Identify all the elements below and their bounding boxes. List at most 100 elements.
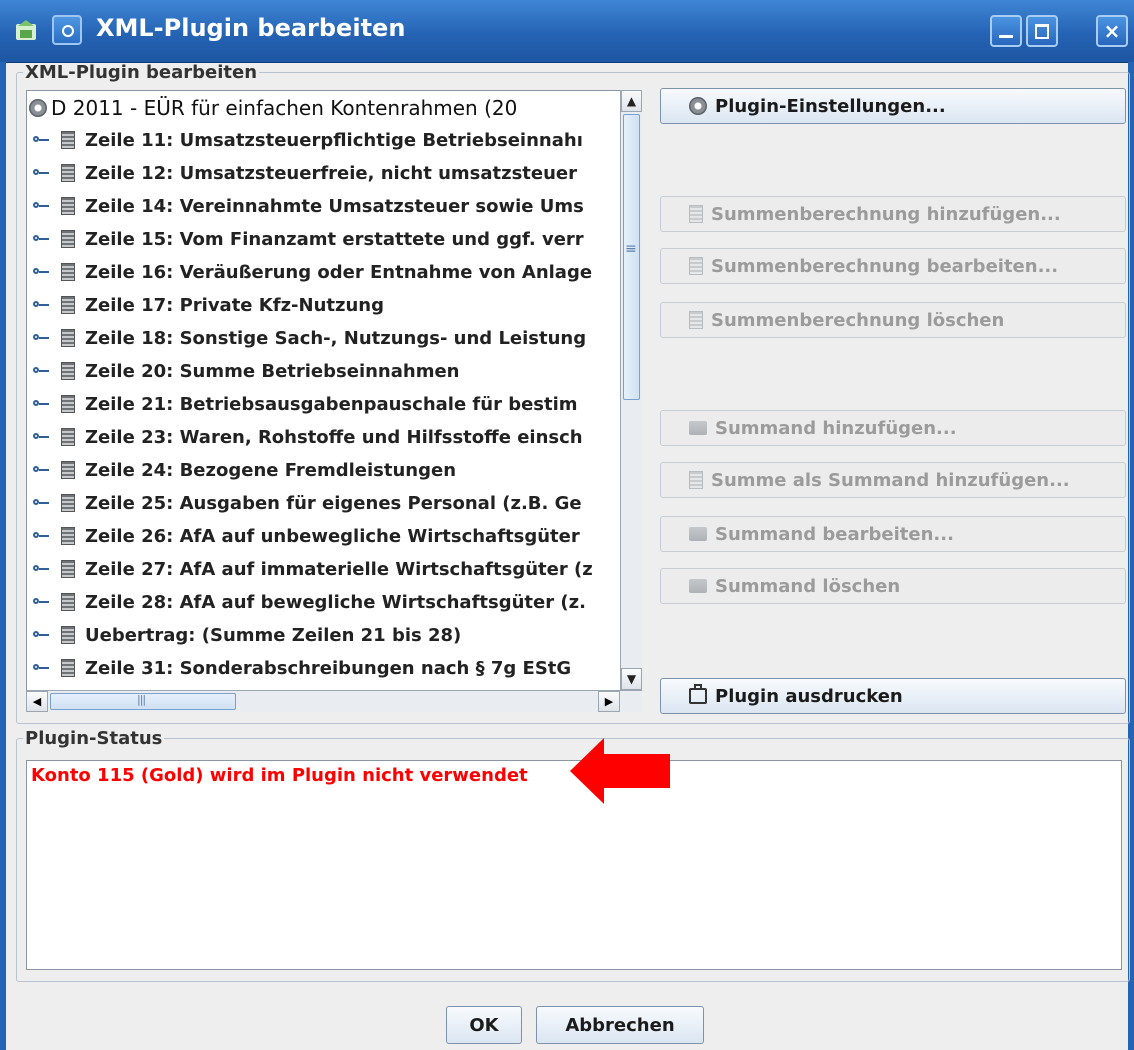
scroll-left-button[interactable]: ◀ xyxy=(26,691,48,712)
tree-item[interactable]: Zeile 23: Waren, Rohstoffe und Hilfsstof… xyxy=(33,422,583,452)
summand-icon xyxy=(689,421,707,435)
tree-item[interactable]: Zeile 17: Private Kfz-Nutzung xyxy=(33,290,384,320)
tree-item-label: Zeile 26: AfA auf unbewegliche Wirtschaf… xyxy=(85,525,580,547)
calculator-icon xyxy=(689,311,703,329)
tree-item-label: Zeile 12: Umsatzsteuerfreie, nicht umsat… xyxy=(85,162,578,184)
calculator-icon xyxy=(61,659,75,677)
edit-sum-calculation-label: Summenberechnung bearbeiten... xyxy=(711,255,1059,277)
status-group-legend: Plugin-Status xyxy=(25,728,163,749)
minimize-button[interactable] xyxy=(990,15,1022,47)
tree-expand-handle-icon[interactable] xyxy=(33,364,51,378)
tree-item-label: Zeile 25: Ausgaben für eigenes Personal … xyxy=(85,492,582,514)
tree-item[interactable]: Zeile 21: Betriebsausgabenpauschale für … xyxy=(33,389,578,419)
tree-expand-handle-icon[interactable] xyxy=(33,463,51,477)
plugin-settings-button[interactable]: Plugin-Einstellungen... xyxy=(660,88,1126,124)
delete-summand-button[interactable]: Summand löschen xyxy=(660,568,1126,604)
tree-item[interactable]: Uebertrag: (Summe Zeilen 21 bis 28) xyxy=(33,620,461,650)
tree-expand-handle-icon[interactable] xyxy=(33,331,51,345)
print-plugin-label: Plugin ausdrucken xyxy=(715,685,903,707)
add-sum-calculation-button[interactable]: Summenberechnung hinzufügen... xyxy=(660,196,1126,232)
scroll-down-button[interactable]: ▼ xyxy=(621,668,642,690)
calculator-icon xyxy=(61,164,75,182)
tree-item-label: Zeile 15: Vom Finanzamt erstattete und g… xyxy=(85,228,584,250)
edit-sum-calculation-button[interactable]: Summenberechnung bearbeiten... xyxy=(660,248,1126,284)
tree-item[interactable]: Zeile 20: Summe Betriebseinnahmen xyxy=(33,356,459,386)
tree-item[interactable]: Zeile 12: Umsatzsteuerfreie, nicht umsat… xyxy=(33,158,577,188)
calculator-icon xyxy=(61,593,75,611)
calculator-icon xyxy=(61,560,75,578)
tree-item[interactable]: Zeile 18: Sonstige Sach-, Nutzungs- und … xyxy=(33,323,586,353)
tree-expand-handle-icon[interactable] xyxy=(33,232,51,246)
tree-item[interactable]: Zeile 27: AfA auf immaterielle Wirtschaf… xyxy=(33,554,593,584)
tree-expand-handle-icon[interactable] xyxy=(33,430,51,444)
horizontal-scroll-thumb[interactable] xyxy=(50,693,236,710)
calculator-icon xyxy=(61,527,75,545)
tree-expand-handle-icon[interactable] xyxy=(33,298,51,312)
tree-item-label: Zeile 17: Private Kfz-Nutzung xyxy=(85,294,384,316)
calculator-icon xyxy=(61,428,75,446)
tree-item[interactable]: Zeile 14: Vereinnahmte Umsatzsteuer sowi… xyxy=(33,191,584,221)
scroll-right-button[interactable]: ▶ xyxy=(598,691,620,712)
calculator-icon xyxy=(61,461,75,479)
calculator-icon xyxy=(61,263,75,281)
tree-item[interactable]: Zeile 16: Veräußerung oder Entnahme von … xyxy=(33,257,592,287)
plugin-tree[interactable]: D 2011 - EÜR für einfachen Kontenrahmen … xyxy=(26,90,642,712)
tree-expand-handle-icon[interactable] xyxy=(33,199,51,213)
tree-item[interactable]: Zeile 31: Sonderabschreibungen nach § 7g… xyxy=(33,653,571,683)
tree-item-label: Zeile 16: Veräußerung oder Entnahme von … xyxy=(85,261,593,283)
print-plugin-button[interactable]: Plugin ausdrucken xyxy=(660,678,1126,714)
window-frame-left xyxy=(0,62,6,1050)
tree-expand-handle-icon[interactable] xyxy=(33,595,51,609)
edit-summand-label: Summand bearbeiten... xyxy=(715,523,954,545)
tree-expand-handle-icon[interactable] xyxy=(33,133,51,147)
tree-expand-handle-icon[interactable] xyxy=(33,661,51,675)
edit-summand-button[interactable]: Summand bearbeiten... xyxy=(660,516,1126,552)
tree-root[interactable]: D 2011 - EÜR für einfachen Kontenrahmen … xyxy=(29,93,517,123)
tree-item[interactable]: Zeile 28: AfA auf bewegliche Wirtschafts… xyxy=(33,587,586,617)
close-icon: × xyxy=(1103,19,1121,43)
add-summand-label: Summand hinzufügen... xyxy=(715,417,957,439)
tree-expand-handle-icon[interactable] xyxy=(33,265,51,279)
delete-sum-calculation-button[interactable]: Summenberechnung löschen xyxy=(660,302,1126,338)
tree-expand-handle-icon[interactable] xyxy=(33,397,51,411)
add-summand-button[interactable]: Summand hinzufügen... xyxy=(660,410,1126,446)
tree-item-label: Zeile 23: Waren, Rohstoffe und Hilfsstof… xyxy=(85,426,583,448)
app-icon xyxy=(16,20,36,40)
tree-expand-handle-icon[interactable] xyxy=(33,628,51,642)
cancel-button[interactable]: Abbrechen xyxy=(536,1006,704,1044)
tree-expand-handle-icon[interactable] xyxy=(33,562,51,576)
calculator-icon xyxy=(61,329,75,347)
tree-item[interactable]: Zeile 26: AfA auf unbewegliche Wirtschaf… xyxy=(33,521,580,551)
calculator-icon xyxy=(61,197,75,215)
add-sum-as-summand-button[interactable]: Summe als Summand hinzufügen... xyxy=(660,462,1126,498)
cancel-label: Abbrechen xyxy=(565,1014,675,1036)
tree-vertical-scrollbar[interactable]: ▲ ▼ xyxy=(620,90,642,690)
maximize-button[interactable] xyxy=(1026,15,1058,47)
tree-item[interactable]: Zeile 25: Ausgaben für eigenes Personal … xyxy=(33,488,582,518)
tree-expand-handle-icon[interactable] xyxy=(33,496,51,510)
ok-label: OK xyxy=(469,1014,499,1036)
tree-horizontal-scrollbar[interactable]: ◀ ▶ xyxy=(26,690,642,712)
status-message: Konto 115 (Gold) wird im Plugin nicht ve… xyxy=(31,765,528,786)
calculator-icon xyxy=(689,257,703,275)
summand-icon xyxy=(689,527,707,541)
tree-expand-handle-icon[interactable] xyxy=(33,166,51,180)
scroll-up-button[interactable]: ▲ xyxy=(621,90,642,112)
tree-item-label: Zeile 31: Sonderabschreibungen nach § 7g… xyxy=(85,657,572,679)
close-button[interactable]: × xyxy=(1096,15,1128,47)
tree-root-label: D 2011 - EÜR für einfachen Kontenrahmen … xyxy=(51,96,518,120)
calculator-icon xyxy=(61,296,75,314)
vertical-scroll-thumb[interactable] xyxy=(623,114,640,400)
add-sum-as-summand-label: Summe als Summand hinzufügen... xyxy=(711,469,1070,491)
tree-item[interactable]: Zeile 11: Umsatzsteuerpflichtige Betrieb… xyxy=(33,125,583,155)
tree-item-label: Zeile 18: Sonstige Sach-, Nutzungs- und … xyxy=(85,327,587,349)
summand-icon xyxy=(689,579,707,593)
tree-item-label: Zeile 24: Bezogene Fremdleistungen xyxy=(85,459,457,481)
tree-expand-handle-icon[interactable] xyxy=(33,529,51,543)
tree-item-label: Zeile 28: AfA auf bewegliche Wirtschafts… xyxy=(85,591,586,613)
tree-item[interactable]: Zeile 24: Bezogene Fremdleistungen xyxy=(33,455,456,485)
ok-button[interactable]: OK xyxy=(446,1006,522,1044)
window-menu-button[interactable] xyxy=(52,15,82,45)
tree-item[interactable]: Zeile 15: Vom Finanzamt erstattete und g… xyxy=(33,224,584,254)
plugin-settings-label: Plugin-Einstellungen... xyxy=(715,95,946,117)
